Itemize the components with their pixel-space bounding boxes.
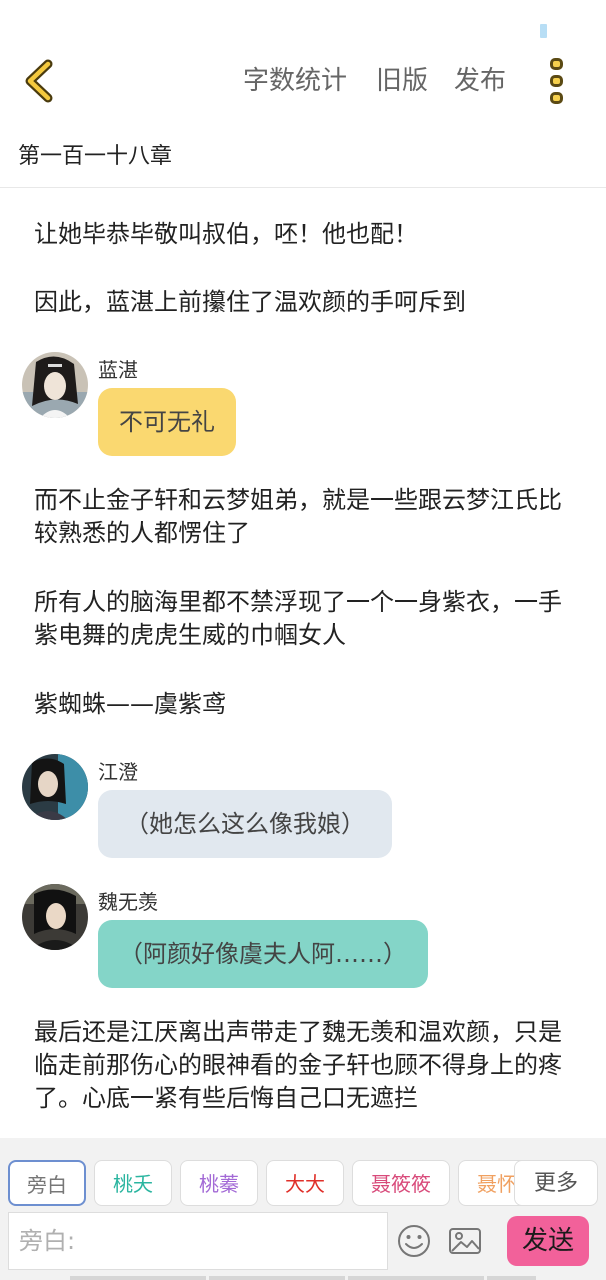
scroll-indicator xyxy=(348,1276,484,1280)
image-icon[interactable] xyxy=(448,1224,482,1258)
more-roles-button[interactable]: 更多 xyxy=(514,1160,598,1206)
more-menu-button[interactable] xyxy=(546,56,570,106)
send-button[interactable]: 发送 xyxy=(507,1216,589,1266)
narration-paragraph: 因此，蓝湛上前攥住了温欢颜的手呵斥到 xyxy=(34,288,466,316)
message-input[interactable] xyxy=(9,1213,389,1269)
speaker-name: 魏无羡 xyxy=(98,890,158,914)
smiley-icon[interactable] xyxy=(397,1224,431,1258)
scroll-indicator xyxy=(209,1276,345,1280)
top-bar: 字数统计 旧版 发布 xyxy=(0,46,606,118)
narration-paragraph: 所有人的脑海里都不禁浮现了一个一身紫衣，一手紫电舞的虎虎生威的巾帼女人 xyxy=(34,588,562,649)
narration-paragraph: 而不止金子轩和云梦姐弟，就是一些跟云梦江氏比较熟悉的人都愣住了 xyxy=(34,486,562,547)
speaker-name: 江澄 xyxy=(98,760,138,784)
narration-paragraph: 让她毕恭毕敬叫叔伯，呸！他也配！ xyxy=(34,220,418,248)
role-chip[interactable]: 旁白 xyxy=(8,1160,86,1206)
old-version-link[interactable]: 旧版 xyxy=(376,64,428,98)
chapter-title: 第一百一十八章 xyxy=(18,144,173,169)
word-count-link[interactable]: 字数统计 xyxy=(243,64,347,98)
compose-panel: 旁白 桃夭 桃蓁 大大 聂筱筱 聂怀 更多 发送 xyxy=(0,1138,606,1280)
narration-paragraph: 紫蜘蛛——虞紫鸢 xyxy=(34,690,226,718)
role-chip[interactable]: 桃夭 xyxy=(94,1160,172,1206)
story-content[interactable]: 让她毕恭毕敬叫叔伯，呸！他也配！ 因此，蓝湛上前攥住了温欢颜的手呵斥到 蓝湛 不… xyxy=(0,188,606,1138)
chevron-left-icon xyxy=(25,59,53,103)
message-input-box xyxy=(8,1212,389,1270)
avatar[interactable] xyxy=(22,754,88,820)
chat-bubble[interactable]: 不可无礼 xyxy=(98,388,236,456)
chat-bubble[interactable]: （阿颜好像虞夫人阿……） xyxy=(98,920,428,988)
role-chip[interactable]: 聂筱筱 xyxy=(352,1160,450,1206)
publish-link[interactable]: 发布 xyxy=(454,64,506,98)
scroll-indicator xyxy=(487,1276,536,1280)
role-chip[interactable]: 桃蓁 xyxy=(180,1160,258,1206)
narration-paragraph: 最后还是江厌离出声带走了魏无羡和温欢颜，只是临走前那伤心的眼神看的金子轩也顾不得… xyxy=(34,1018,562,1112)
scroll-indicator xyxy=(70,1276,206,1280)
signal-indicator-icon xyxy=(540,24,547,38)
role-chip[interactable]: 大大 xyxy=(266,1160,344,1206)
back-button[interactable] xyxy=(16,56,62,106)
chat-bubble[interactable]: （她怎么这么像我娘） xyxy=(98,790,392,858)
speaker-name: 蓝湛 xyxy=(98,358,138,382)
avatar[interactable] xyxy=(22,884,88,950)
avatar[interactable] xyxy=(22,352,88,418)
